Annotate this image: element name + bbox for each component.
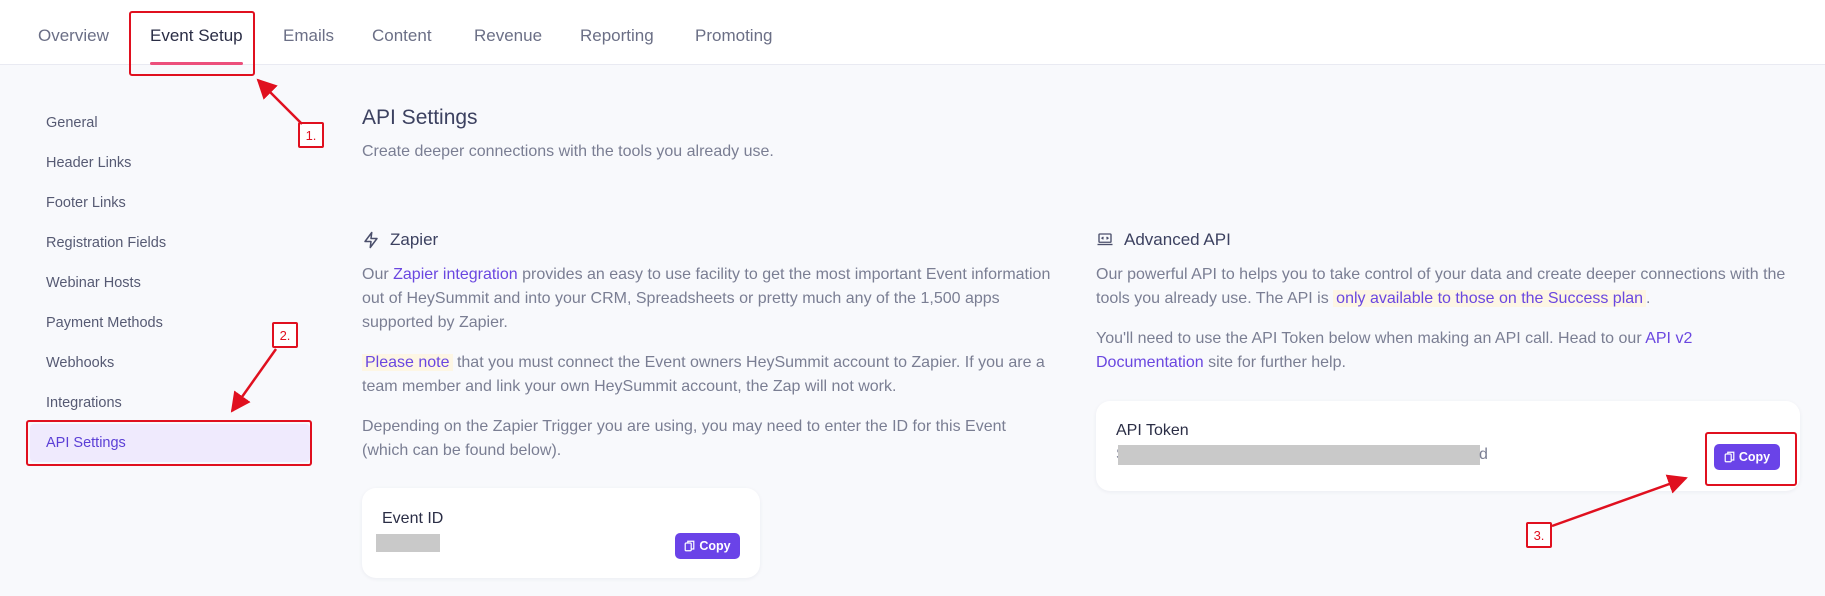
event-id-label: Event ID: [382, 510, 444, 527]
tab-content[interactable]: Content: [372, 26, 432, 46]
event-id-card: Event ID Copy: [362, 488, 760, 578]
sidebar-item-general[interactable]: General: [46, 115, 98, 131]
api-token-tail: d: [1479, 446, 1488, 463]
arrow-step-1: [256, 78, 303, 125]
success-plan-highlight: only available to those on the Success p…: [1333, 290, 1647, 307]
tab-promoting[interactable]: Promoting: [695, 26, 772, 46]
zapier-paragraph-1: Our Zapier integration provides an easy …: [362, 263, 1052, 335]
sidebar-item-payment-methods[interactable]: Payment Methods: [46, 315, 163, 331]
tab-revenue[interactable]: Revenue: [474, 26, 542, 46]
api-token-label: API Token: [1116, 422, 1189, 439]
sidebar-item-header-links[interactable]: Header Links: [46, 155, 131, 171]
api-token-card: API Token S d Copy: [1096, 401, 1800, 491]
zapier-section-title: Zapier: [362, 230, 438, 250]
zapier-p2-text: that you must connect the Event owners H…: [362, 354, 1045, 395]
annotation-step-1: 1.: [298, 122, 324, 148]
top-tab-bar: Overview Event Setup Emails Content Reve…: [0, 0, 1825, 65]
please-note-highlight: Please note: [362, 354, 453, 371]
advanced-paragraph-2: You'll need to use the API Token below w…: [1096, 327, 1776, 375]
arrow-step-2: [230, 348, 278, 413]
sidebar-item-registration-fields[interactable]: Registration Fields: [46, 235, 166, 251]
advanced-api-section-title: Advanced API: [1096, 230, 1231, 250]
api-token-value-redacted: [1118, 445, 1480, 465]
copy-icon: [684, 540, 695, 552]
zapier-integration-link[interactable]: Zapier integration: [393, 266, 518, 283]
sidebar-item-webhooks[interactable]: Webhooks: [46, 355, 114, 371]
zapier-paragraph-2: Please note that you must connect the Ev…: [362, 351, 1052, 399]
page-title: API Settings: [362, 106, 478, 129]
annotation-box-api-settings: [26, 420, 312, 466]
advanced-paragraph-1: Our powerful API to helps you to take co…: [1096, 263, 1796, 311]
tab-reporting[interactable]: Reporting: [580, 26, 654, 46]
lightning-icon: [364, 231, 378, 249]
advanced-p1-end: .: [1646, 290, 1651, 307]
laptop-code-icon: [1097, 233, 1113, 246]
sidebar-item-webinar-hosts[interactable]: Webinar Hosts: [46, 275, 141, 291]
event-id-value-redacted: [376, 534, 440, 552]
advanced-api-title-text: Advanced API: [1124, 230, 1231, 249]
sidebar-item-integrations[interactable]: Integrations: [46, 395, 122, 411]
sidebar-item-footer-links[interactable]: Footer Links: [46, 195, 126, 211]
advanced-p2-text-rest: site for further help.: [1203, 354, 1346, 371]
zapier-paragraph-3: Depending on the Zapier Trigger you are …: [362, 418, 1006, 459]
copy-button-label: Copy: [699, 539, 731, 553]
event-id-copy-button[interactable]: Copy: [675, 533, 740, 559]
tab-emails[interactable]: Emails: [283, 26, 334, 46]
advanced-p2-text: You'll need to use the API Token below w…: [1096, 330, 1646, 347]
annotation-step-3: 3.: [1526, 522, 1552, 548]
annotation-box-event-setup: [129, 11, 255, 76]
annotation-box-copy-token: [1705, 432, 1797, 486]
page-subtitle: Create deeper connections with the tools…: [362, 143, 774, 160]
zapier-title-text: Zapier: [390, 230, 439, 249]
zapier-p1-text: Our: [362, 266, 394, 283]
tab-overview[interactable]: Overview: [38, 26, 109, 46]
annotation-step-2: 2.: [272, 322, 298, 348]
